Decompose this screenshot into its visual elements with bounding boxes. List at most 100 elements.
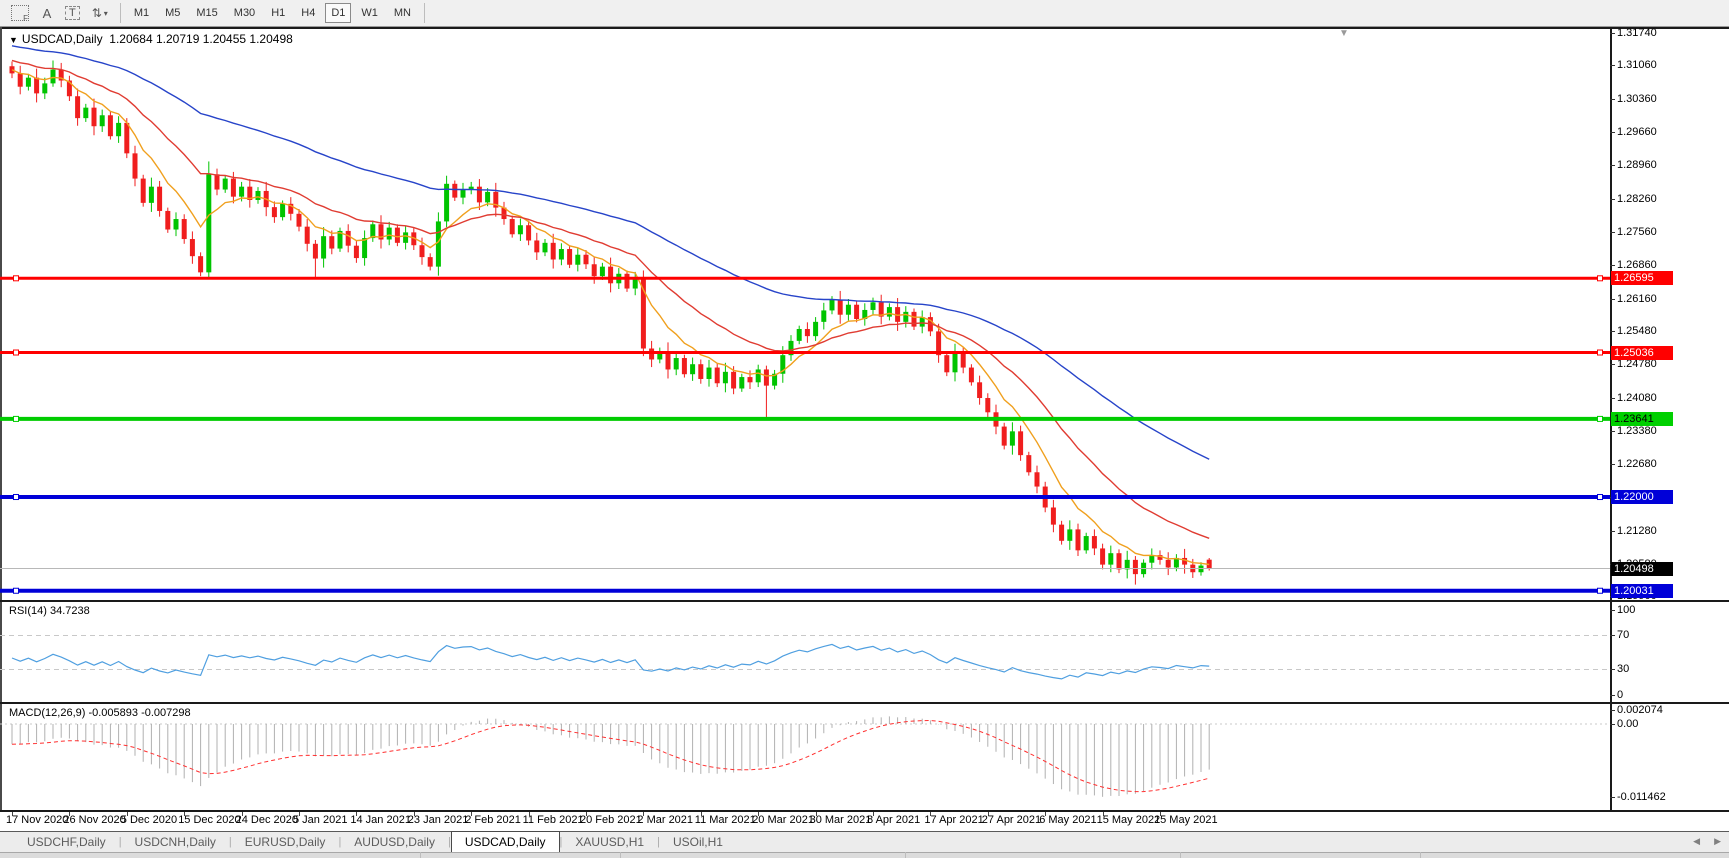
date-label: 5 Dec 2020: [121, 814, 177, 826]
tab-audusd-daily[interactable]: AUDUSD,Daily: [341, 832, 448, 852]
toolbar: F A T ⇅ ▾ M1M5M15M30H1H4D1W1MN: [0, 0, 1729, 27]
macd-indicator-label: MACD(12,26,9) -0.005893 -0.007298: [9, 707, 191, 719]
status-divider: [620, 852, 621, 858]
price-tick-label: 1.22680: [1617, 458, 1657, 470]
price-tick-mark: [1610, 299, 1615, 300]
arrows-tool-button[interactable]: ⇅ ▾: [87, 3, 113, 23]
tab-xauusd-h1[interactable]: XAUUSD,H1: [562, 832, 657, 852]
font-tool-button[interactable]: A: [36, 3, 58, 23]
grid-f-icon: F: [11, 5, 29, 21]
price-tick-mark: [1610, 232, 1615, 233]
macd-tick-label: 0.002074: [1617, 704, 1663, 716]
price-tick-mark: [1610, 99, 1615, 100]
price-tick-label: 1.25480: [1617, 325, 1657, 337]
price-tick-label: 1.24080: [1617, 392, 1657, 404]
price-tick-mark: [1610, 165, 1615, 166]
timeframe-group: M1M5M15M30H1H4D1W1MN: [128, 3, 417, 23]
tab-usdcad-daily[interactable]: USDCAD,Daily: [451, 831, 560, 852]
price-tick-mark: [1610, 132, 1615, 133]
price-marker-1-23641: 1.23641: [1611, 412, 1673, 426]
dropdown-caret-icon: ▾: [104, 9, 108, 18]
date-label: 8 Apr 2021: [867, 814, 920, 826]
chart-tab-bar: USDCHF,Daily|USDCNH,Daily|EURUSD,Daily|A…: [0, 831, 1729, 852]
tab-eurusd-daily[interactable]: EURUSD,Daily: [232, 832, 339, 852]
rsi-indicator-label: RSI(14) 34.7238: [9, 605, 90, 617]
timeframe-button-w1[interactable]: W1: [355, 3, 384, 23]
toolbar-separator: [120, 3, 121, 23]
rsi-tick-label: 100: [1617, 604, 1635, 616]
price-tick-label: 1.23380: [1617, 425, 1657, 437]
collapse-triangle-icon[interactable]: ▼: [9, 35, 18, 45]
date-label: 23 Jan 2021: [408, 814, 469, 826]
status-divider: [1180, 852, 1181, 858]
timeframe-button-h4[interactable]: H4: [295, 3, 321, 23]
timeframe-button-mn[interactable]: MN: [388, 3, 417, 23]
date-label: 15 Dec 2020: [178, 814, 240, 826]
macd-tick-label: 0.00: [1617, 718, 1638, 730]
tab-usdcnh-daily[interactable]: USDCNH,Daily: [122, 832, 229, 852]
price-tick-label: 1.27560: [1617, 226, 1657, 238]
tab-usdchf-daily[interactable]: USDCHF,Daily: [14, 832, 119, 852]
arrows-icon: ⇅: [92, 6, 102, 20]
price-tick-mark: [1610, 199, 1615, 200]
rsi-tick-mark: [1610, 635, 1615, 636]
date-label: 6 May 2021: [1039, 814, 1096, 826]
time-axis[interactable]: 17 Nov 202026 Nov 20205 Dec 202015 Dec 2…: [0, 812, 1729, 831]
macd-tick-mark: [1610, 710, 1615, 711]
letter-a-icon: A: [43, 6, 52, 21]
date-label: 15 May 2021: [1097, 814, 1161, 826]
price-tick-mark: [1610, 65, 1615, 66]
timeframe-button-m5[interactable]: M5: [159, 3, 186, 23]
date-label: 17 Nov 2020: [6, 814, 68, 826]
date-label: 27 Apr 2021: [982, 814, 1041, 826]
macd-tick-mark: [1610, 797, 1615, 798]
tab-scroll-left-icon[interactable]: ◀: [1693, 836, 1700, 847]
tab-usoil-h1[interactable]: USOil,H1: [660, 832, 736, 852]
price-tick-mark: [1610, 398, 1615, 399]
chart-symbol-label: USDCAD,Daily: [22, 32, 103, 46]
price-tick-mark: [1610, 431, 1615, 432]
timeframe-button-m30[interactable]: M30: [228, 3, 261, 23]
price-canvas[interactable]: [0, 29, 1610, 600]
timeframe-button-d1[interactable]: D1: [325, 3, 351, 23]
status-bar: [0, 852, 1729, 858]
price-tick-mark: [1610, 265, 1615, 266]
date-label: 25 May 2021: [1154, 814, 1218, 826]
tab-scroll-nav: ◀ ▶: [1693, 831, 1721, 852]
price-tick-mark: [1610, 364, 1615, 365]
timeframe-button-m15[interactable]: M15: [190, 3, 223, 23]
date-label: 11 Mar 2021: [695, 814, 756, 826]
price-marker-1-25036: 1.25036: [1611, 346, 1673, 360]
price-marker-1-20031: 1.20031: [1611, 584, 1673, 598]
date-label: 17 Apr 2021: [924, 814, 983, 826]
price-tick-label: 1.31060: [1617, 59, 1657, 71]
rsi-tick-label: 30: [1617, 663, 1629, 675]
price-tick-label: 1.24780: [1617, 358, 1657, 370]
chart-title: ▼ USDCAD,Daily 1.20684 1.20719 1.20455 1.…: [9, 32, 293, 46]
date-label: 5 Jan 2021: [293, 814, 347, 826]
price-tick-label: 1.29660: [1617, 126, 1657, 138]
price-tick-mark: [1610, 331, 1615, 332]
rsi-tick-label: 70: [1617, 629, 1629, 641]
price-marker-1-26595: 1.26595: [1611, 271, 1673, 285]
date-label: 14 Jan 2021: [350, 814, 411, 826]
toolbar-separator: [424, 3, 425, 23]
chart-ohlc-values: 1.20684 1.20719 1.20455 1.20498: [109, 32, 293, 46]
tab-scroll-right-icon[interactable]: ▶: [1714, 836, 1721, 847]
price-tick-mark: [1610, 33, 1615, 34]
price-tick-label: 1.26860: [1617, 259, 1657, 271]
chart-template-tool-button[interactable]: F: [6, 3, 34, 23]
date-label: 2 Feb 2021: [465, 814, 521, 826]
date-label: 20 Feb 2021: [580, 814, 642, 826]
text-label-tool-button[interactable]: T: [60, 3, 85, 23]
text-box-icon: T: [65, 6, 80, 20]
timeframe-button-m1[interactable]: M1: [128, 3, 155, 23]
date-label: 30 Mar 2021: [810, 814, 872, 826]
date-label: 24 Dec 2020: [236, 814, 298, 826]
timeframe-button-h1[interactable]: H1: [265, 3, 291, 23]
date-label: 2 Mar 2021: [637, 814, 693, 826]
rsi-tick-mark: [1610, 669, 1615, 670]
macd-canvas[interactable]: [0, 704, 1610, 810]
rsi-canvas[interactable]: [0, 602, 1610, 702]
chart-shift-marker[interactable]: ▼: [1339, 28, 1349, 39]
